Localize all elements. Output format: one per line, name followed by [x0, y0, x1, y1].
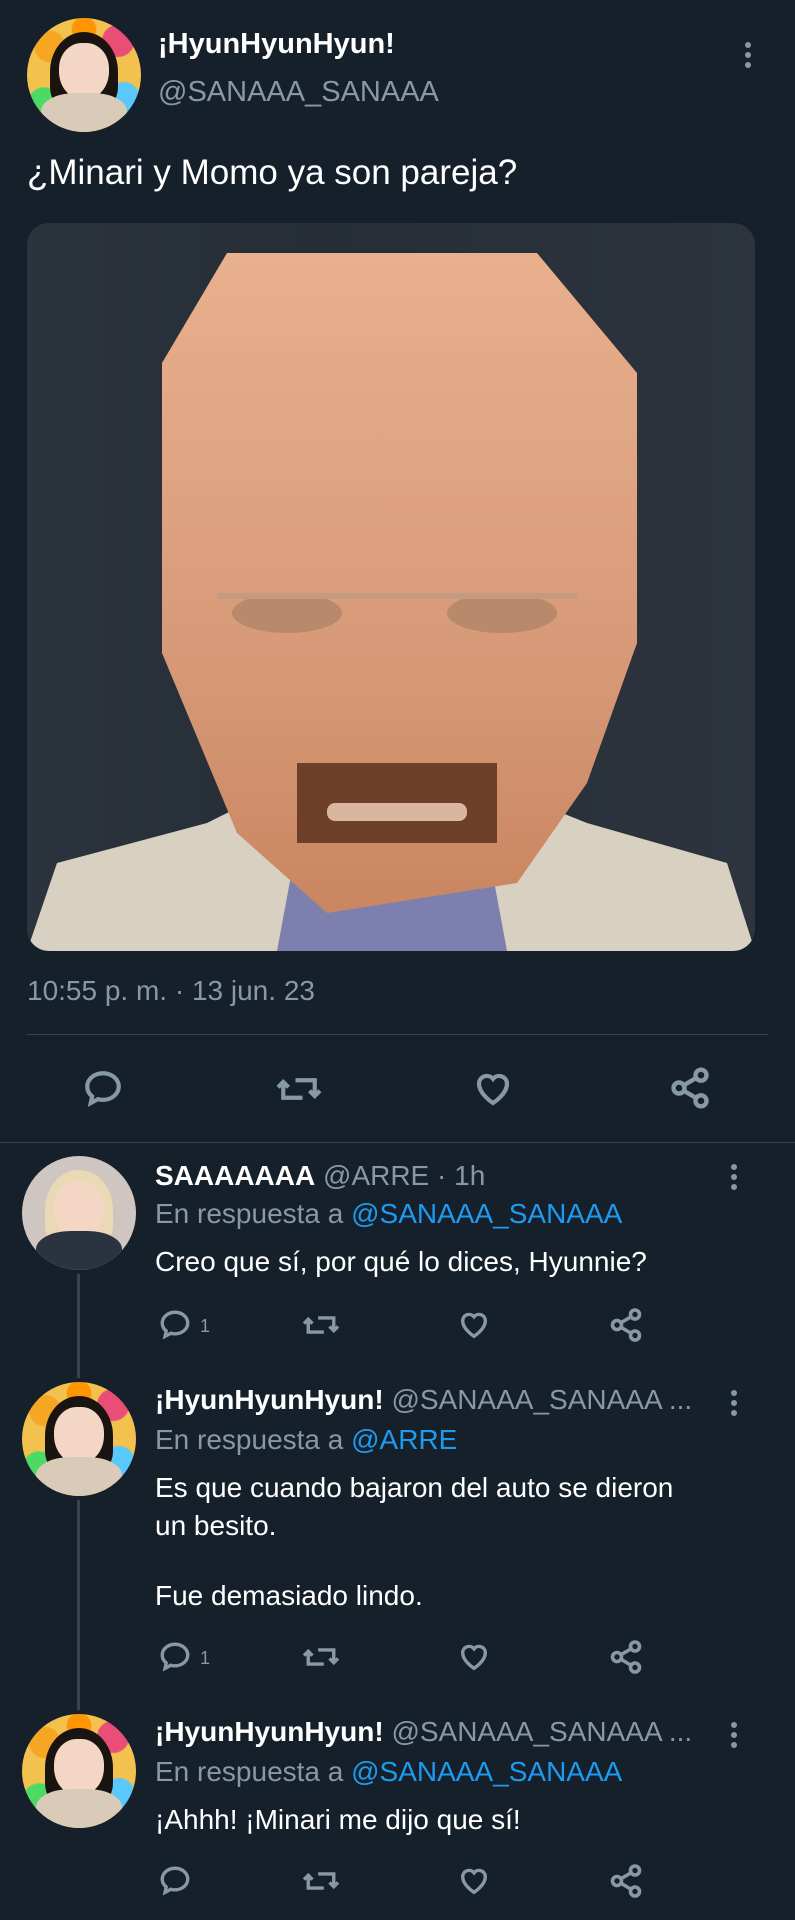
like-icon[interactable] — [457, 1640, 491, 1679]
reply-header: SAAAAAAA @ARRE · 1h — [155, 1160, 485, 1192]
share-icon[interactable] — [608, 1639, 644, 1680]
reply-context: En respuesta a @ARRE — [155, 1424, 457, 1456]
more-options-icon[interactable] — [745, 42, 753, 72]
retweet-icon[interactable] — [302, 1640, 340, 1679]
author-name[interactable]: ¡HyunHyunHyun! — [158, 28, 395, 61]
reply-icon[interactable] — [158, 1864, 192, 1903]
like-icon[interactable] — [457, 1308, 491, 1347]
more-options-icon[interactable] — [731, 1722, 739, 1752]
retweet-icon[interactable] — [302, 1864, 340, 1903]
reply-to-link[interactable]: @ARRE — [351, 1424, 457, 1455]
reply-avatar[interactable] — [22, 1714, 136, 1828]
share-icon[interactable] — [608, 1863, 644, 1904]
reply-author-name[interactable]: ¡HyunHyunHyun! — [155, 1716, 384, 1747]
tweet-media[interactable] — [27, 223, 755, 951]
reply-context: En respuesta a @SANAAA_SANAAA — [155, 1756, 622, 1788]
reply-icon[interactable] — [158, 1308, 192, 1347]
section-divider — [0, 1142, 795, 1143]
reply-text-line: Es que cuando bajaron del auto se dieron — [155, 1472, 674, 1503]
reply-avatar[interactable] — [22, 1156, 136, 1270]
more-options-icon[interactable] — [731, 1390, 739, 1420]
reply-prefix: En respuesta a — [155, 1198, 344, 1229]
reply-author-name[interactable]: SAAAAAAA — [155, 1160, 315, 1191]
divider — [27, 1034, 768, 1035]
reply-text-line: un besito. — [155, 1510, 277, 1541]
reply-prefix: En respuesta a — [155, 1756, 344, 1787]
like-icon[interactable] — [457, 1864, 491, 1903]
thread-line — [77, 1500, 80, 1710]
reply-context: En respuesta a @SANAAA_SANAAA — [155, 1198, 622, 1230]
more-options-icon[interactable] — [731, 1164, 739, 1194]
retweet-icon[interactable] — [276, 1068, 322, 1115]
reply-text-line: Fue demasiado lindo. — [155, 1580, 423, 1611]
reply-prefix: En respuesta a — [155, 1424, 344, 1455]
reply-header: ¡HyunHyunHyun! @SANAAA_SANAAA ... — [155, 1716, 692, 1748]
reply-author-handle[interactable]: @SANAAA_SANAAA ... — [391, 1716, 692, 1747]
reply-to-link[interactable]: @SANAAA_SANAAA — [351, 1198, 622, 1229]
tweet-timestamp: 10:55 p. m. · 13 jun. 23 — [27, 975, 315, 1006]
share-icon[interactable] — [608, 1307, 644, 1348]
reply-icon[interactable] — [158, 1640, 192, 1679]
reply-author-handle[interactable]: @SANAAA_SANAAA ... — [391, 1384, 692, 1415]
reply-author-handle[interactable]: @ARRE — [323, 1160, 429, 1191]
reply-avatar[interactable] — [22, 1382, 136, 1496]
reply-header: ¡HyunHyunHyun! @SANAAA_SANAAA ... — [155, 1384, 692, 1416]
thread-line — [77, 1274, 80, 1378]
reply-text: ¡Ahhh! ¡Minari me dijo que sí! — [155, 1804, 521, 1835]
share-icon[interactable] — [668, 1066, 712, 1115]
meme-image-icon — [27, 253, 755, 951]
reply-text: Creo que sí, por qué lo dices, Hyunnie? — [155, 1246, 647, 1277]
tweet-text: ¿Minari y Momo ya son pareja? — [27, 153, 518, 192]
reply-count: 1 — [200, 1648, 211, 1668]
reply-to-link[interactable]: @SANAAA_SANAAA — [351, 1756, 622, 1787]
reply-icon[interactable] — [82, 1068, 124, 1115]
reply-time: · 1h — [437, 1160, 486, 1191]
reply-author-name[interactable]: ¡HyunHyunHyun! — [155, 1384, 384, 1415]
retweet-icon[interactable] — [302, 1308, 340, 1347]
like-icon[interactable] — [472, 1068, 514, 1115]
avatar[interactable] — [27, 18, 141, 132]
reply-count: 1 — [200, 1316, 211, 1336]
author-handle[interactable]: @SANAAA_SANAAA — [158, 76, 439, 109]
